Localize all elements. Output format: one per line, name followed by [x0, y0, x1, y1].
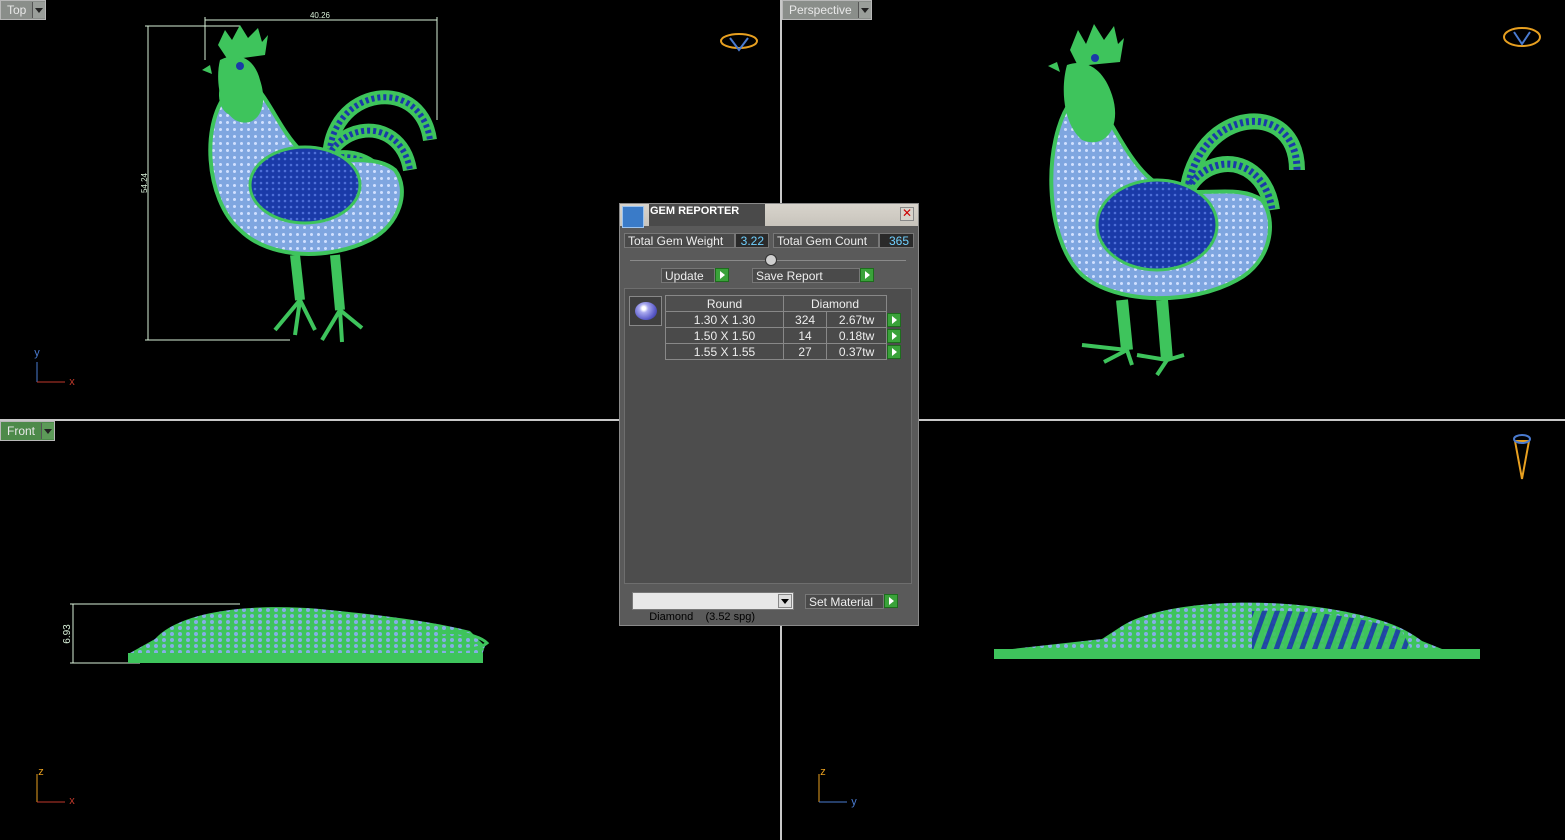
table-row[interactable]: 1.30 X 1.30 324 2.67tw	[665, 311, 902, 328]
row-action-cell	[887, 312, 902, 328]
dimension-height: 6.93	[62, 624, 73, 644]
round-diamond-icon	[635, 302, 657, 320]
gumball-icon	[720, 33, 758, 52]
table-row[interactable]: 1.55 X 1.55 27 0.37tw	[665, 343, 902, 360]
gem-reporter-panel: GEM REPORTER ✕ Total Gem Weight 3.22 Tot…	[619, 203, 919, 626]
axis-label-x: x	[69, 376, 75, 388]
save-report-button[interactable]: Save Report	[752, 268, 860, 283]
select-row-play-icon[interactable]	[887, 328, 901, 343]
gem-reporter-icon	[622, 206, 644, 228]
total-gem-weight-label: Total Gem Weight	[624, 233, 735, 248]
axis-label-x: x	[69, 795, 75, 807]
gem-size: 1.30 X 1.30	[665, 311, 784, 328]
save-report-play-icon[interactable]	[860, 268, 874, 282]
gem-table: Round Diamond 1.30 X 1.30 324 2.67tw 1.5…	[665, 295, 902, 360]
panel-titlebar[interactable]: GEM REPORTER ✕	[620, 204, 918, 228]
gem-thumbnail[interactable]	[629, 296, 662, 326]
total-gem-count-value: 365	[879, 233, 914, 248]
gumball-icon	[1503, 27, 1541, 47]
update-button[interactable]: Update	[661, 268, 715, 283]
axis-label-y: y	[34, 347, 40, 359]
gem-weight: 0.37tw	[826, 343, 887, 360]
update-play-icon[interactable]	[715, 268, 729, 282]
splitter-knob[interactable]	[765, 254, 777, 266]
gem-count: 27	[782, 343, 828, 360]
gem-size: 1.55 X 1.55	[665, 343, 784, 360]
gem-count: 14	[782, 327, 828, 344]
axis-label-z: z	[820, 766, 826, 778]
total-gem-count-label: Total Gem Count	[773, 233, 879, 248]
gem-size: 1.50 X 1.50	[665, 327, 784, 344]
select-row-play-icon[interactable]	[887, 344, 902, 359]
row-action-cell	[887, 344, 902, 360]
select-row-play-icon[interactable]	[887, 312, 901, 327]
table-row[interactable]: 1.50 X 1.50 14 0.18tw	[665, 327, 902, 344]
gem-count: 324	[782, 311, 828, 328]
dimension-width: 40.26	[310, 11, 331, 20]
axis-label-z: z	[38, 766, 44, 778]
set-material-play-icon[interactable]	[884, 594, 898, 608]
chevron-down-icon[interactable]	[778, 594, 792, 608]
material-select[interactable]: Diamond (3.52 spg)	[632, 592, 794, 623]
dimension-height: 54.24	[140, 172, 149, 193]
gem-weight: 2.67tw	[826, 311, 887, 328]
column-header-shape: Round	[665, 295, 784, 312]
close-button[interactable]: ✕	[900, 207, 914, 221]
column-header-material: Diamond	[783, 295, 887, 312]
row-action-cell	[887, 328, 902, 344]
axis-label-y: y	[851, 796, 857, 808]
material-select-value: Diamond (3.52 spg)	[649, 611, 756, 623]
total-gem-weight-value: 3.22	[735, 233, 769, 248]
set-material-button[interactable]: Set Material	[805, 594, 884, 609]
gem-weight: 0.18tw	[826, 327, 887, 344]
gumball-icon	[1513, 434, 1531, 480]
panel-title: GEM REPORTER	[649, 204, 765, 226]
